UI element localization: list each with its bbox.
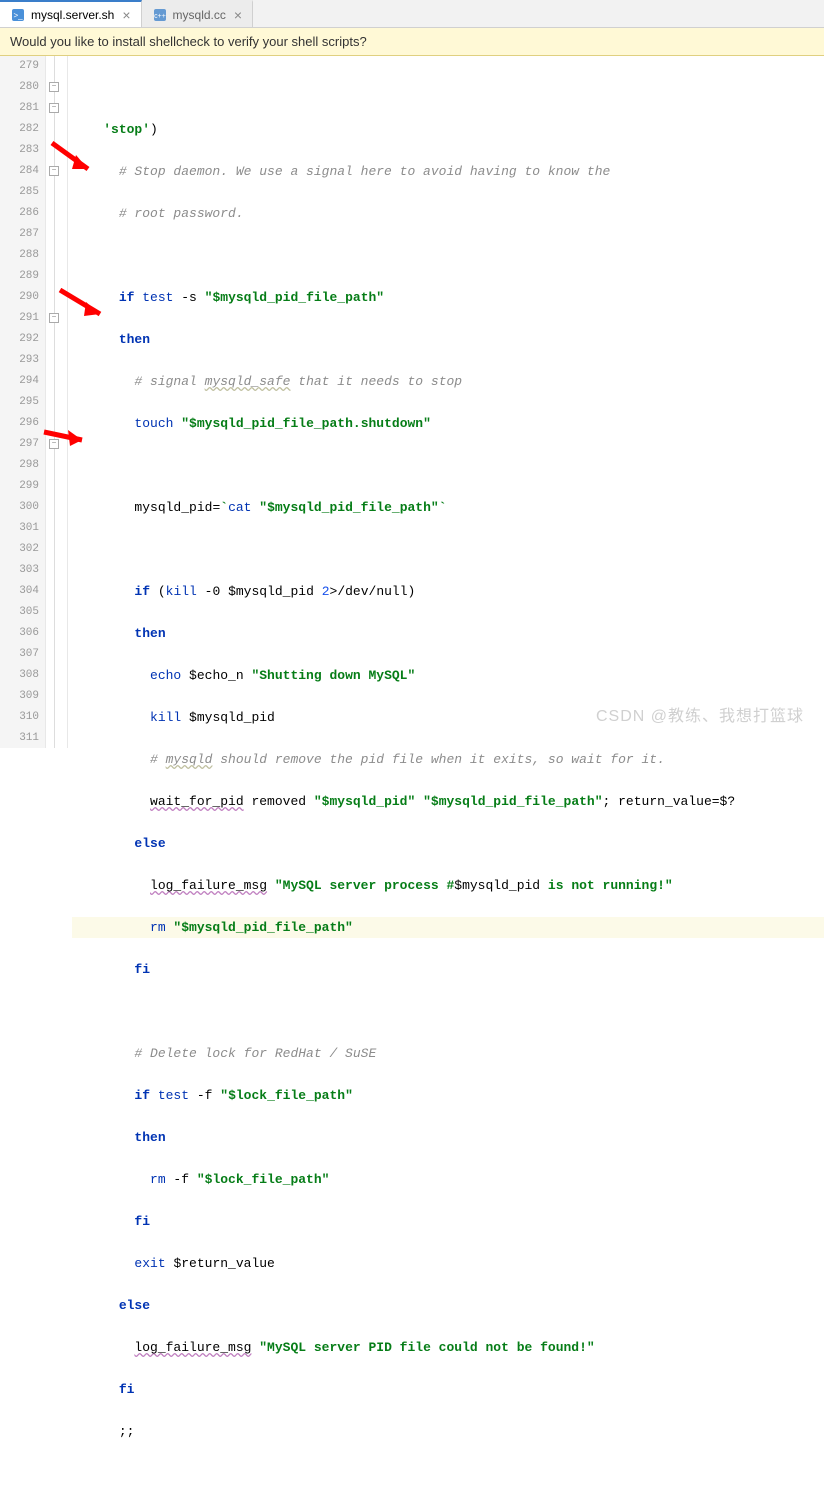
tab-mysql-server-sh[interactable]: >_ mysql.server.sh × xyxy=(0,0,142,27)
code-area[interactable]: 'stop') # Stop daemon. We use a signal h… xyxy=(68,56,824,748)
notification-banner[interactable]: Would you like to install shellcheck to … xyxy=(0,28,824,56)
tab-label: mysql.server.sh xyxy=(31,8,114,22)
code-editor[interactable]: 2792802812822832842852862872882892902912… xyxy=(0,56,824,748)
fold-column: − − − − − xyxy=(46,56,68,748)
close-icon[interactable]: × xyxy=(234,7,242,23)
fold-marker[interactable]: − xyxy=(49,103,59,113)
watermark-text: CSDN @教练、我想打篮球 xyxy=(596,702,804,726)
line-number-gutter: 2792802812822832842852862872882892902912… xyxy=(0,56,46,748)
banner-text: Would you like to install shellcheck to … xyxy=(10,34,367,49)
editor-tabs: >_ mysql.server.sh × c++ mysqld.cc × xyxy=(0,0,824,28)
tab-mysqld-cc[interactable]: c++ mysqld.cc × xyxy=(142,0,254,27)
cpp-file-icon: c++ xyxy=(152,7,168,23)
svg-text:c++: c++ xyxy=(154,13,166,20)
fold-marker[interactable]: − xyxy=(49,439,59,449)
svg-text:>_: >_ xyxy=(13,11,23,20)
close-icon[interactable]: × xyxy=(122,7,130,23)
shell-file-icon: >_ xyxy=(10,7,26,23)
fold-marker[interactable]: − xyxy=(49,166,59,176)
tab-label: mysqld.cc xyxy=(173,8,226,22)
fold-marker[interactable]: − xyxy=(49,82,59,92)
fold-marker[interactable]: − xyxy=(49,313,59,323)
